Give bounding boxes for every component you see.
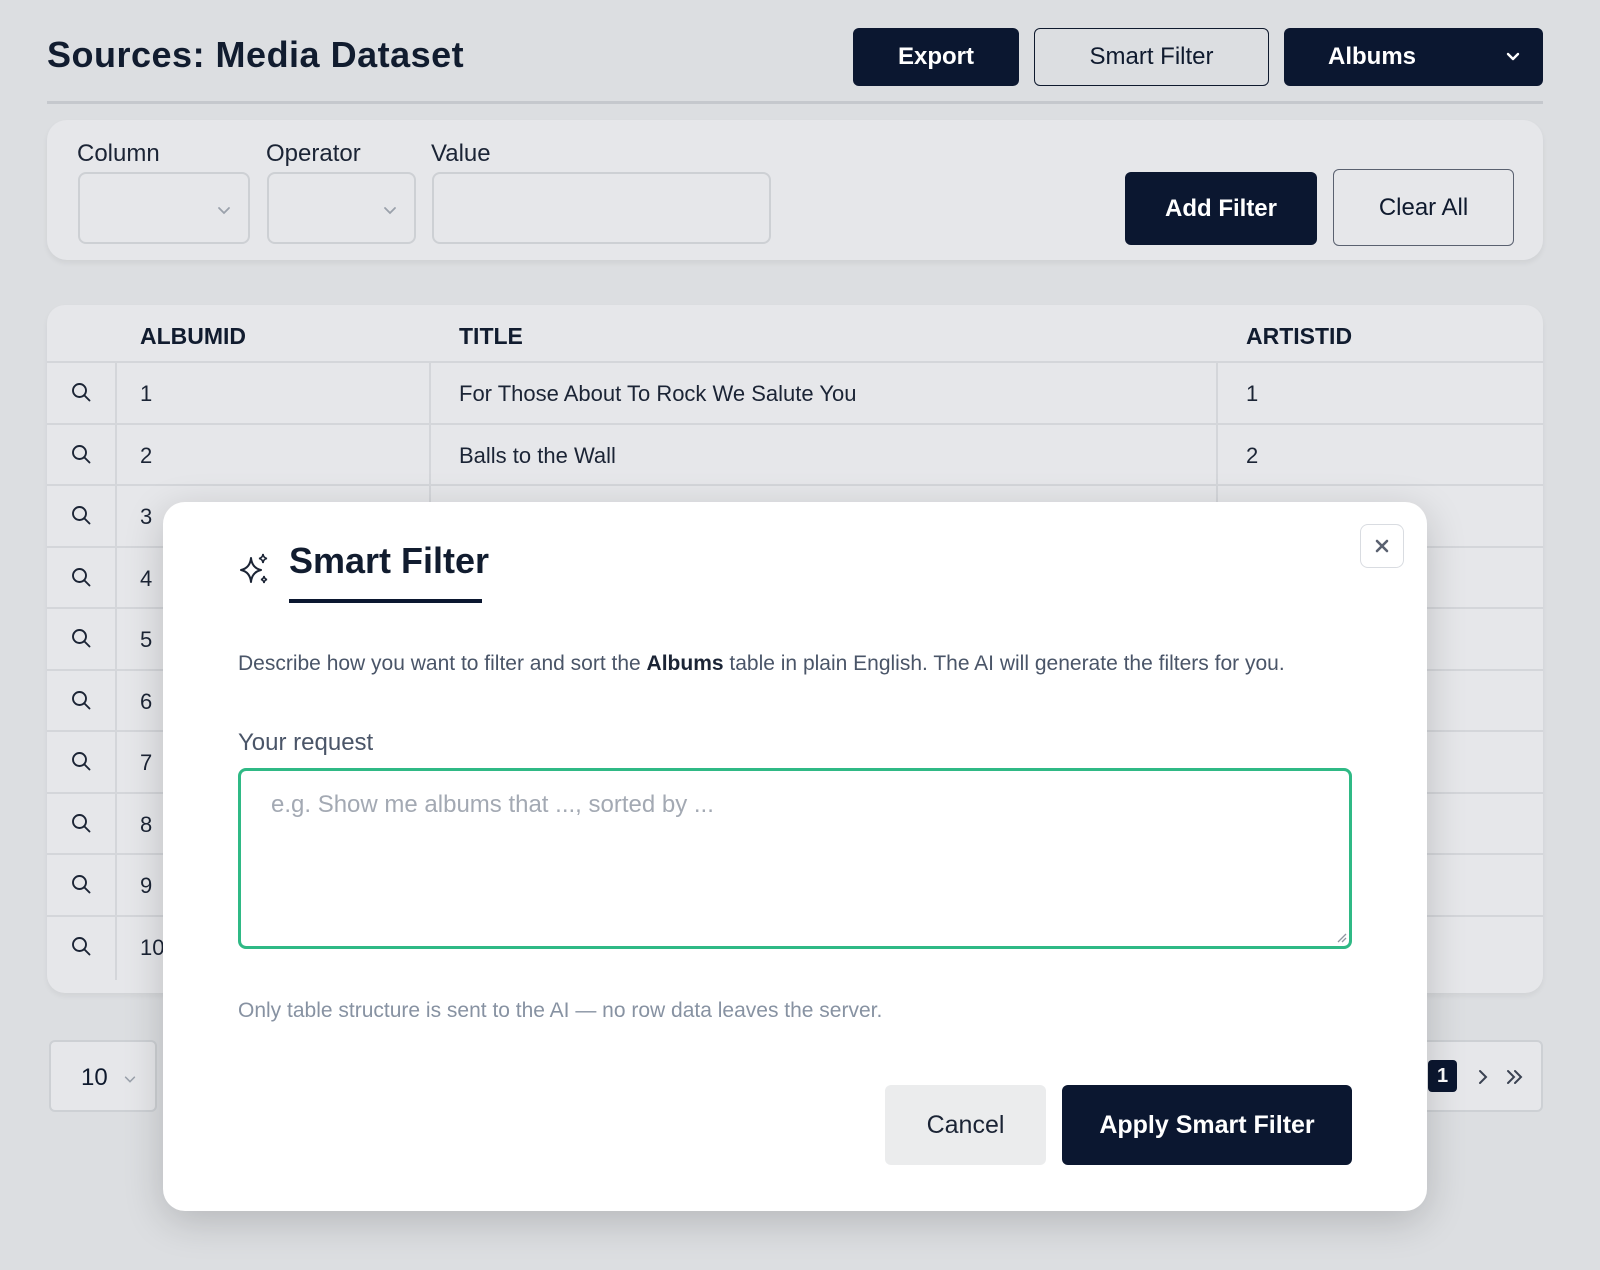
resize-handle-icon[interactable] — [1335, 931, 1347, 943]
description-table-name: Albums — [646, 652, 724, 675]
privacy-hint: Only table structure is sent to the AI —… — [238, 999, 883, 1022]
column-header-title[interactable]: TITLE — [459, 323, 523, 350]
search-icon[interactable] — [70, 443, 92, 470]
search-icon[interactable] — [70, 935, 92, 962]
request-label: Your request — [238, 729, 374, 756]
column-divider — [115, 855, 117, 918]
smart-filter-button[interactable]: Smart Filter — [1034, 28, 1269, 86]
cell-artistid: 1 — [1246, 381, 1259, 406]
table-select[interactable]: Albums — [1284, 28, 1543, 86]
add-filter-button[interactable]: Add Filter — [1125, 172, 1317, 245]
cell-albumid: 8 — [140, 811, 153, 837]
apply-smart-filter-button[interactable]: Apply Smart Filter — [1062, 1085, 1352, 1165]
cell-albumid: 4 — [140, 565, 153, 591]
column-divider — [115, 793, 117, 857]
table-row[interactable]: 2 Balls to the Wall 2 — [47, 422, 1543, 488]
value-label: Value — [431, 140, 491, 167]
export-button[interactable]: Export — [853, 28, 1019, 86]
search-icon[interactable] — [70, 566, 92, 593]
smart-filter-dialog: Smart Filter Describe how you want to fi… — [163, 502, 1427, 1211]
column-divider — [115, 609, 117, 672]
cell-artistid: 2 — [1246, 442, 1259, 468]
chevron-right-icon[interactable] — [1474, 1066, 1492, 1088]
page-size-value: 10 — [81, 1064, 108, 1091]
column-divider — [1216, 363, 1218, 426]
search-icon[interactable] — [70, 812, 92, 839]
table-row[interactable]: 1 For Those About To Rock We Salute You 1 — [47, 361, 1543, 426]
page-number-current[interactable]: 1 — [1428, 1060, 1457, 1092]
column-divider — [115, 363, 117, 426]
column-divider — [429, 363, 431, 426]
operator-label: Operator — [266, 140, 361, 167]
column-divider — [115, 670, 117, 734]
search-icon[interactable] — [70, 750, 92, 777]
column-label: Column — [77, 140, 160, 167]
filter-bar: Column Operator Value Add Filter Clear A… — [47, 120, 1543, 260]
value-input[interactable] — [432, 172, 771, 244]
cell-albumid: 5 — [140, 627, 153, 652]
cell-albumid: 3 — [140, 504, 153, 529]
cell-title: Balls to the Wall — [459, 442, 616, 468]
cell-albumid: 2 — [140, 442, 153, 468]
chevrons-right-icon[interactable] — [1504, 1066, 1526, 1088]
chevron-down-icon — [384, 207, 396, 215]
cell-albumid: 1 — [140, 381, 153, 406]
column-divider — [115, 916, 117, 980]
close-icon — [1375, 539, 1389, 553]
description-text-end: table in plain English. The AI will gene… — [723, 652, 1285, 675]
close-button[interactable] — [1360, 524, 1404, 568]
clear-all-button[interactable]: Clear All — [1333, 169, 1514, 246]
search-icon[interactable] — [70, 627, 92, 654]
chevron-down-icon — [1506, 52, 1520, 61]
page-size-select[interactable]: 10 — [49, 1040, 157, 1112]
dialog-title: Smart Filter — [289, 540, 490, 581]
column-select[interactable] — [78, 172, 250, 244]
column-divider — [1216, 424, 1218, 488]
column-header-artistid[interactable]: ARTISTID — [1246, 323, 1352, 350]
header-divider — [47, 101, 1543, 104]
cell-albumid: 7 — [140, 750, 153, 775]
cell-title: For Those About To Rock We Salute You — [459, 381, 857, 406]
cell-albumid: 9 — [140, 873, 153, 898]
column-divider — [429, 424, 431, 488]
search-icon[interactable] — [70, 873, 92, 900]
search-icon[interactable] — [70, 689, 92, 716]
column-divider — [115, 424, 117, 488]
column-divider — [115, 547, 117, 611]
dialog-description: Describe how you want to filter and sort… — [238, 652, 1285, 676]
title-underline — [289, 599, 482, 603]
chevron-down-icon — [124, 1076, 136, 1083]
operator-select[interactable] — [267, 172, 416, 244]
table-select-value: Albums — [1328, 43, 1417, 70]
column-divider — [115, 732, 117, 795]
search-icon[interactable] — [70, 504, 92, 531]
description-text-start: Describe how you want to filter and sort… — [238, 652, 647, 675]
cancel-button[interactable]: Cancel — [885, 1085, 1046, 1165]
sparkles-icon — [240, 553, 268, 584]
column-divider — [115, 486, 117, 549]
search-icon[interactable] — [70, 381, 92, 408]
cell-albumid: 10 — [140, 934, 165, 960]
chevron-down-icon — [218, 207, 230, 215]
request-textarea[interactable] — [238, 768, 1352, 949]
cell-albumid: 6 — [140, 688, 153, 714]
page-title: Sources: Media Dataset — [47, 34, 465, 75]
column-header-albumid[interactable]: ALBUMID — [140, 323, 246, 350]
